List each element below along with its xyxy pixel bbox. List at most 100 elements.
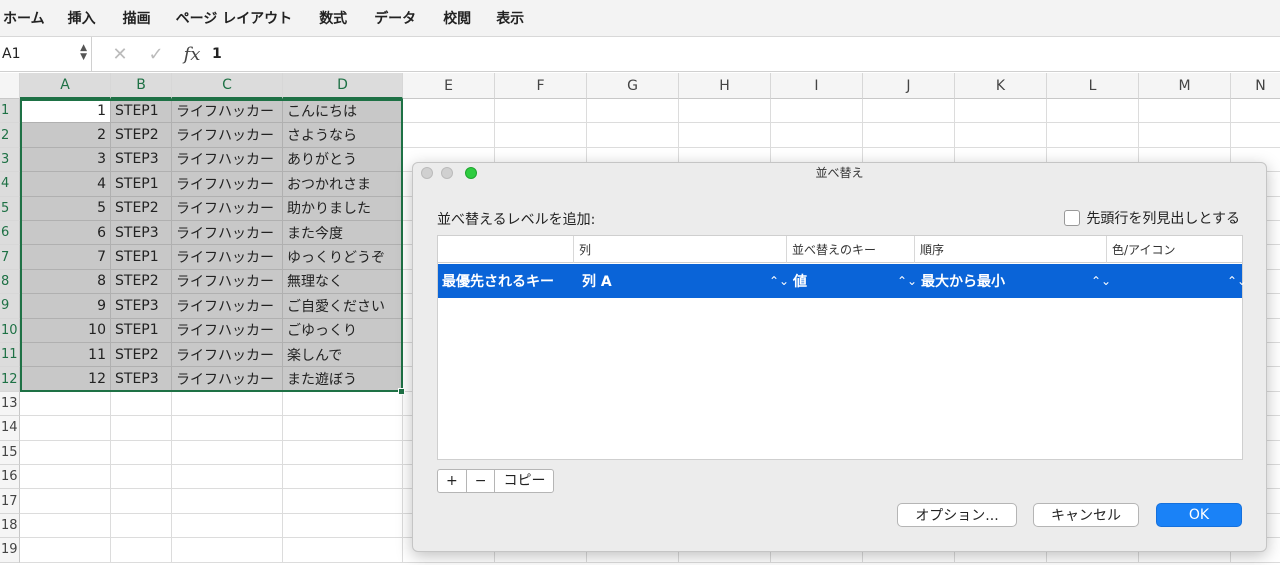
- cell-d13[interactable]: [283, 391, 403, 417]
- row-header-19[interactable]: 19: [0, 538, 20, 563]
- row-header-14[interactable]: 14: [0, 416, 20, 441]
- row-header-3[interactable]: 3: [0, 147, 20, 173]
- column-select[interactable]: 列 A: [578, 264, 768, 298]
- cell-a7[interactable]: 7: [20, 245, 111, 270]
- cell-m1[interactable]: [1139, 99, 1231, 124]
- row-header-5[interactable]: 5: [0, 196, 20, 221]
- cell-n1[interactable]: [1231, 99, 1280, 124]
- cell-c11[interactable]: ライフハッカー: [172, 343, 283, 368]
- cell-c14[interactable]: [172, 416, 283, 441]
- remove-level-button[interactable]: −: [467, 470, 496, 492]
- cell-c4[interactable]: ライフハッカー: [172, 172, 283, 197]
- cell-h2[interactable]: [679, 123, 771, 148]
- cell-d14[interactable]: [283, 416, 403, 441]
- column-header-d[interactable]: D: [283, 73, 403, 99]
- cell-a12[interactable]: 12: [20, 367, 111, 392]
- cell-l2[interactable]: [1047, 123, 1139, 148]
- cell-j2[interactable]: [863, 123, 955, 148]
- cell-b18[interactable]: [111, 513, 172, 539]
- cell-d1[interactable]: こんにちは: [283, 99, 403, 124]
- column-header-f[interactable]: F: [495, 73, 587, 99]
- tab-data[interactable]: データ: [374, 8, 429, 28]
- cell-h1[interactable]: [679, 99, 771, 124]
- cell-a4[interactable]: 4: [20, 172, 111, 197]
- cell-d6[interactable]: また今度: [283, 221, 403, 246]
- cell-b3[interactable]: STEP3: [111, 147, 172, 173]
- add-level-button[interactable]: +: [438, 470, 467, 492]
- column-header-h[interactable]: H: [679, 73, 771, 99]
- column-header-n[interactable]: N: [1231, 73, 1280, 99]
- tab-home[interactable]: ホーム: [3, 8, 58, 28]
- cell-b1[interactable]: STEP1: [111, 99, 172, 124]
- cell-f2[interactable]: [495, 123, 587, 148]
- cell-a2[interactable]: 2: [20, 123, 111, 148]
- cell-d12[interactable]: また遊ぼう: [283, 367, 403, 392]
- function-icon[interactable]: fx: [174, 44, 210, 65]
- cell-b7[interactable]: STEP1: [111, 245, 172, 270]
- tab-formulas[interactable]: 数式: [319, 8, 360, 28]
- cell-d4[interactable]: おつかれさま: [283, 172, 403, 197]
- name-box[interactable]: A1 ▲ ▼: [0, 36, 92, 72]
- cell-c19[interactable]: [172, 538, 283, 563]
- cell-c5[interactable]: ライフハッカー: [172, 196, 283, 221]
- cell-d3[interactable]: ありがとう: [283, 147, 403, 173]
- column-header-b[interactable]: B: [111, 73, 172, 99]
- column-header-j[interactable]: J: [863, 73, 955, 99]
- row-header-17[interactable]: 17: [0, 489, 20, 514]
- cell-b13[interactable]: [111, 391, 172, 417]
- cell-b10[interactable]: STEP1: [111, 318, 172, 343]
- cell-i2[interactable]: [771, 123, 863, 148]
- tab-insert[interactable]: 挿入: [68, 8, 109, 28]
- sort-on-select[interactable]: 値: [789, 264, 894, 298]
- cell-d8[interactable]: 無理なく: [283, 269, 403, 295]
- cell-b12[interactable]: STEP3: [111, 367, 172, 392]
- column-header-l[interactable]: L: [1047, 73, 1139, 99]
- cell-m2[interactable]: [1139, 123, 1231, 148]
- cell-l1[interactable]: [1047, 99, 1139, 124]
- cell-c1[interactable]: ライフハッカー: [172, 99, 283, 124]
- column-header-k[interactable]: K: [955, 73, 1047, 99]
- cell-a18[interactable]: [20, 513, 111, 539]
- order-select[interactable]: 最大から最小: [917, 264, 1087, 298]
- header-row-checkbox[interactable]: 先頭行を列見出しとする: [1064, 208, 1240, 228]
- cell-d16[interactable]: [283, 465, 403, 490]
- options-button[interactable]: オプション...: [897, 503, 1017, 527]
- formula-input[interactable]: 1: [212, 46, 222, 62]
- row-header-13[interactable]: 13: [0, 391, 20, 417]
- cell-a3[interactable]: 3: [20, 147, 111, 173]
- cell-a10[interactable]: 10: [20, 318, 111, 343]
- cell-a8[interactable]: 8: [20, 269, 111, 295]
- row-header-15[interactable]: 15: [0, 440, 20, 465]
- cell-d18[interactable]: [283, 513, 403, 539]
- tab-review[interactable]: 校閲: [443, 8, 484, 28]
- cell-c15[interactable]: [172, 440, 283, 465]
- cell-c13[interactable]: [172, 391, 283, 417]
- ok-button[interactable]: OK: [1156, 503, 1242, 527]
- sort-on-select-chevron-icon[interactable]: ⌃⌄: [897, 264, 917, 298]
- cell-c9[interactable]: ライフハッカー: [172, 294, 283, 319]
- cell-f1[interactable]: [495, 99, 587, 124]
- cell-d2[interactable]: さようなら: [283, 123, 403, 148]
- cell-c2[interactable]: ライフハッカー: [172, 123, 283, 148]
- color-select-chevron-icon[interactable]: ⌃⌄: [1227, 264, 1247, 298]
- cell-d9[interactable]: ご自愛ください: [283, 294, 403, 319]
- cell-c12[interactable]: ライフハッカー: [172, 367, 283, 392]
- row-header-2[interactable]: 2: [0, 123, 20, 148]
- cell-e2[interactable]: [403, 123, 495, 148]
- check-icon[interactable]: ✓: [138, 44, 174, 65]
- row-header-6[interactable]: 6: [0, 221, 20, 246]
- row-header-11[interactable]: 11: [0, 343, 20, 368]
- cell-d5[interactable]: 助かりました: [283, 196, 403, 221]
- cell-n2[interactable]: [1231, 123, 1280, 148]
- cell-e1[interactable]: [403, 99, 495, 124]
- cell-a17[interactable]: [20, 489, 111, 514]
- cell-c6[interactable]: ライフハッカー: [172, 221, 283, 246]
- cell-a19[interactable]: [20, 538, 111, 563]
- fill-handle[interactable]: [398, 388, 405, 395]
- row-header-10[interactable]: 10: [0, 318, 20, 343]
- column-header-a[interactable]: A: [20, 73, 111, 99]
- cell-a13[interactable]: [20, 391, 111, 417]
- cell-c8[interactable]: ライフハッカー: [172, 269, 283, 295]
- tab-page-layout[interactable]: ページ レイアウト: [176, 8, 306, 28]
- cell-b16[interactable]: [111, 465, 172, 490]
